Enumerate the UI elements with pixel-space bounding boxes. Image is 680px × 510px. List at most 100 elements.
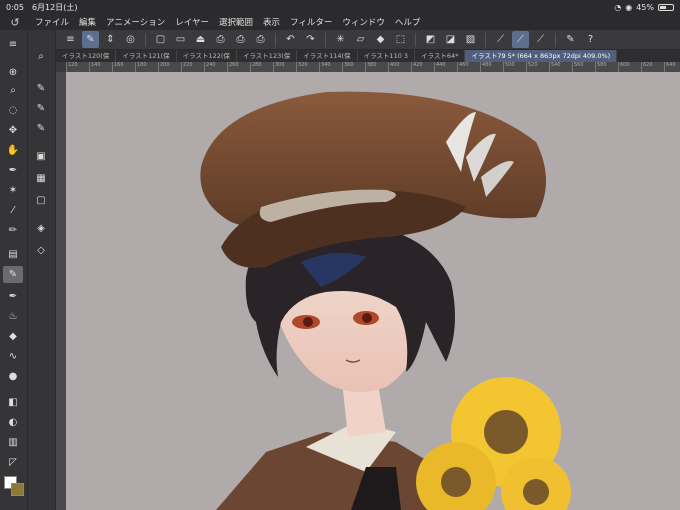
zoom-tool[interactable]: ⌕	[31, 48, 51, 65]
transform-button[interactable]: ⬚	[392, 31, 409, 48]
zoom-icon: ⊕	[8, 67, 18, 78]
blend-tool[interactable]: ●	[3, 368, 23, 385]
pen-tool[interactable]: ✒	[3, 162, 23, 179]
tool-palette: ⌕ ✎ ✎ ✎ ▣ ▦ ▢ ◈ ◇	[28, 30, 56, 510]
ruler-icon: ⟋	[497, 34, 504, 45]
ruler-button[interactable]: ⟋	[492, 31, 509, 48]
pencil-tool[interactable]: ✏	[3, 222, 23, 239]
pencil-icon: ✏	[8, 225, 18, 236]
pen-tool-2[interactable]: ✒	[3, 288, 23, 305]
marker-tool[interactable]: ✎	[3, 266, 23, 283]
gradient-tool[interactable]: ◧	[3, 394, 23, 411]
lasso-icon: ◌	[8, 105, 18, 116]
bucket-tool[interactable]: ◐	[3, 414, 23, 431]
export-button-3[interactable]: ⎙	[252, 31, 269, 48]
menu-edit[interactable]: 編集	[74, 16, 101, 28]
menu-selection[interactable]: 選択範囲	[214, 16, 258, 28]
vertical-ruler	[56, 72, 66, 510]
brush-size-button[interactable]: ✎	[82, 31, 99, 48]
transform-icon: ⬚	[395, 34, 406, 45]
ruler-tick: 460	[457, 62, 469, 72]
texture-tool[interactable]: ▤	[3, 246, 23, 263]
select-button[interactable]: ◩	[422, 31, 439, 48]
pen-icon: ✒	[8, 291, 18, 302]
loading-button[interactable]: ✳	[332, 31, 349, 48]
tab-doc-active[interactable]: イラスト79 5* (664 x 863px 72dpi 409.0%)	[465, 50, 618, 62]
settings-button[interactable]: ✎	[562, 31, 579, 48]
redo-button[interactable]: ↷	[302, 31, 319, 48]
save-button[interactable]: ⏏	[192, 31, 209, 48]
drawing-canvas[interactable]	[66, 72, 680, 510]
tab-doc[interactable]: イラスト64*	[415, 50, 466, 62]
clear-button[interactable]: ▱	[352, 31, 369, 48]
new-icon: ▢	[155, 34, 166, 45]
ruler-active-button[interactable]: ⟋	[512, 31, 529, 48]
open-button[interactable]: ▭	[172, 31, 189, 48]
texture-icon: ▤	[8, 249, 18, 260]
menu-view[interactable]: 表示	[258, 16, 285, 28]
fill-icon: ◆	[376, 34, 385, 45]
select-button-2[interactable]: ◪	[442, 31, 459, 48]
ruler-tick: 120	[66, 62, 78, 72]
vector-tool[interactable]: ∿	[3, 348, 23, 365]
new-button[interactable]: ▢	[152, 31, 169, 48]
help-icon: ?	[587, 34, 594, 45]
grid-tool[interactable]: ▦	[31, 170, 51, 187]
lasso-tool[interactable]: ◌	[3, 102, 23, 119]
status-date: 6月12日(土)	[31, 2, 78, 12]
ruler-tick: 240	[204, 62, 216, 72]
loading-icon: ✳	[336, 34, 345, 45]
ruler-tick: 600	[618, 62, 630, 72]
tab-doc[interactable]: イラスト123(保	[237, 50, 298, 62]
menu-help[interactable]: ヘルプ	[390, 16, 426, 28]
move-tool[interactable]: ✥	[3, 122, 23, 139]
frame-tool[interactable]: ▢	[31, 192, 51, 209]
undo-button[interactable]: ↶	[282, 31, 299, 48]
eraser-tool[interactable]: ◆	[3, 328, 23, 345]
save-icon: ⏏	[195, 34, 206, 45]
sub-color-swatch[interactable]	[11, 483, 24, 496]
airbrush-tool[interactable]: ♨	[3, 308, 23, 325]
fill-button[interactable]: ◆	[372, 31, 389, 48]
menu-window[interactable]: ウィンドウ	[337, 16, 390, 28]
tab-doc[interactable]: イラスト120(保	[56, 50, 117, 62]
sparkle-tool[interactable]: ✶	[3, 182, 23, 199]
hand-tool[interactable]: ✋	[3, 142, 23, 159]
brush-size-icon: ✎	[86, 34, 95, 45]
app-logo-icon[interactable]: ↺	[0, 16, 30, 29]
ruler-tick: 480	[480, 62, 492, 72]
magnifier-tool[interactable]: ⌕	[3, 82, 23, 99]
view-button[interactable]: ◎	[122, 31, 139, 48]
eyedropper-tool[interactable]: ⁄	[3, 202, 23, 219]
help-button[interactable]: ?	[582, 31, 599, 48]
export-button-2[interactable]: ⎙	[232, 31, 249, 48]
menu-animation[interactable]: アニメーション	[101, 16, 170, 28]
menu-filter[interactable]: フィルター	[285, 16, 337, 28]
fill-tool-3[interactable]: ✎	[31, 120, 51, 137]
tab-doc[interactable]: イラスト110 3	[358, 50, 416, 62]
tab-doc[interactable]: イラスト114(保	[297, 50, 358, 62]
ruler-tick: 540	[549, 62, 561, 72]
fill-tool-2[interactable]: ✎	[31, 100, 51, 117]
text-tool[interactable]: ▥	[3, 434, 23, 451]
stack-icon: ◈	[37, 223, 45, 234]
layers-tool[interactable]: ◇	[31, 242, 51, 259]
menu-layer[interactable]: レイヤー	[170, 16, 214, 28]
color-swatch[interactable]	[4, 476, 24, 496]
tab-doc[interactable]: イラスト122(保	[177, 50, 237, 62]
menu-file[interactable]: ファイル	[30, 16, 74, 28]
menu-button[interactable]: ≡	[62, 31, 79, 48]
export-button[interactable]: ⎙	[212, 31, 229, 48]
ruler-button-2[interactable]: ⟋	[532, 31, 549, 48]
select-button-3[interactable]: ▨	[462, 31, 479, 48]
clip-studio-window: 0:05 6月12日(土) ◔ ◉ 45% ↺ ファイル 編集 アニメーション …	[0, 0, 680, 510]
stack-tool[interactable]: ◈	[31, 220, 51, 237]
stepper-button[interactable]: ⇕	[102, 31, 119, 48]
marker-icon: ✎	[8, 269, 18, 280]
zoom-tool-main[interactable]: ⊕	[3, 64, 23, 81]
tab-doc[interactable]: イラスト121(保	[116, 50, 177, 62]
layer-tool[interactable]: ▣	[31, 148, 51, 165]
frame-border-tool[interactable]: ◸	[3, 454, 23, 471]
bucket-icon: ◐	[8, 417, 18, 428]
fill-tool[interactable]: ✎	[31, 80, 51, 97]
